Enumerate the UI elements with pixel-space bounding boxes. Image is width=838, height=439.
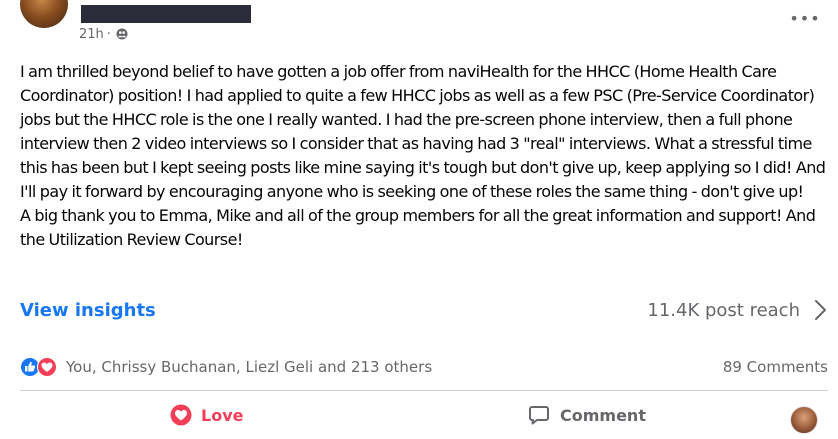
- love-label: Love: [201, 405, 244, 425]
- reactions-summary[interactable]: You, Chrissy Buchanan, Liezl Geli and 21…: [20, 357, 432, 377]
- heart-icon: [170, 404, 192, 426]
- post-card: 21h · ••• I am thrilled beyond belief to…: [0, 0, 838, 439]
- post-meta: 21h ·: [79, 24, 128, 44]
- reactions-row: You, Chrissy Buchanan, Liezl Geli and 21…: [20, 354, 828, 380]
- heart-icon: [37, 357, 57, 377]
- meta-separator: ·: [106, 26, 111, 42]
- author-name-redacted: [81, 5, 251, 23]
- post-text: I am thrilled beyond belief to have gott…: [20, 60, 832, 252]
- post-paragraph: I am thrilled beyond belief to have gott…: [20, 62, 826, 201]
- love-button[interactable]: Love: [170, 404, 243, 426]
- comment-button[interactable]: Comment: [528, 404, 646, 426]
- comments-count[interactable]: 89 Comments: [723, 358, 828, 376]
- divider: [20, 390, 828, 391]
- comment-icon: [529, 406, 549, 425]
- action-bar: Love Comment: [0, 400, 838, 438]
- comment-label: Comment: [560, 405, 646, 425]
- chevron-right-icon: [815, 300, 826, 320]
- post-timestamp[interactable]: 21h: [79, 27, 104, 42]
- post-paragraph: A big thank you to Emma, Mike and all of…: [20, 206, 816, 249]
- post-reach-label: 11.4K post reach: [647, 299, 800, 321]
- reactions-names: You, Chrissy Buchanan, Liezl Geli and 21…: [66, 358, 433, 376]
- more-options-button[interactable]: •••: [789, 6, 820, 30]
- reaction-icons: [20, 357, 57, 377]
- current-user-avatar[interactable]: [790, 406, 818, 434]
- post-reach[interactable]: 11.4K post reach: [647, 298, 828, 322]
- author-avatar[interactable]: [20, 0, 68, 28]
- insights-row: View insights 11.4K post reach: [20, 295, 828, 325]
- friends-icon: [116, 28, 128, 40]
- view-insights-link[interactable]: View insights: [20, 300, 156, 321]
